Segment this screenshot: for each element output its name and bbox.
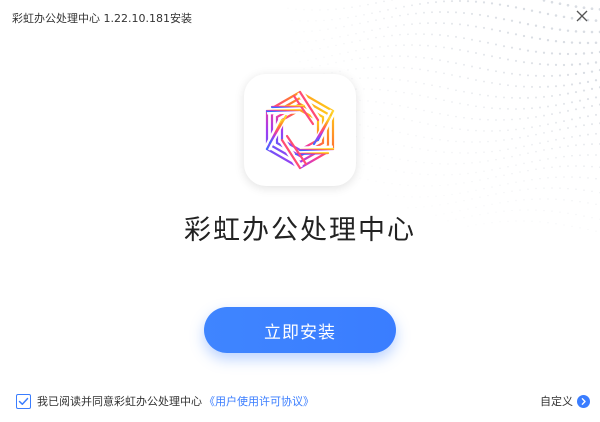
agree-label: 我已阅读并同意彩虹办公处理中心: [37, 395, 202, 408]
app-logo: [244, 74, 356, 186]
check-icon: [18, 397, 29, 405]
custom-install-label: 自定义: [540, 395, 573, 408]
license-link[interactable]: 《用户使用许可协议》: [204, 393, 314, 409]
title-bar: 彩虹办公处理中心 1.22.10.181安装: [0, 0, 600, 34]
install-now-button[interactable]: 立即安装: [204, 307, 396, 353]
close-button[interactable]: [570, 4, 594, 28]
license-agreement: 我已阅读并同意彩虹办公处理中心 《用户使用许可协议》: [16, 393, 314, 409]
app-name-heading: 彩虹办公处理中心: [184, 215, 416, 246]
close-icon: [576, 10, 588, 22]
rainbow-logo-icon: [263, 90, 337, 170]
installer-window: 彩虹办公处理中心 1.22.10.181安装 彩虹办公处理中心 立即安装 我已阅…: [0, 0, 600, 422]
custom-install-button[interactable]: 自定义: [540, 393, 590, 409]
window-title: 彩虹办公处理中心 1.22.10.181安装: [12, 12, 192, 25]
agree-checkbox[interactable]: [16, 393, 31, 409]
chevron-right-circle-icon: [577, 394, 590, 408]
